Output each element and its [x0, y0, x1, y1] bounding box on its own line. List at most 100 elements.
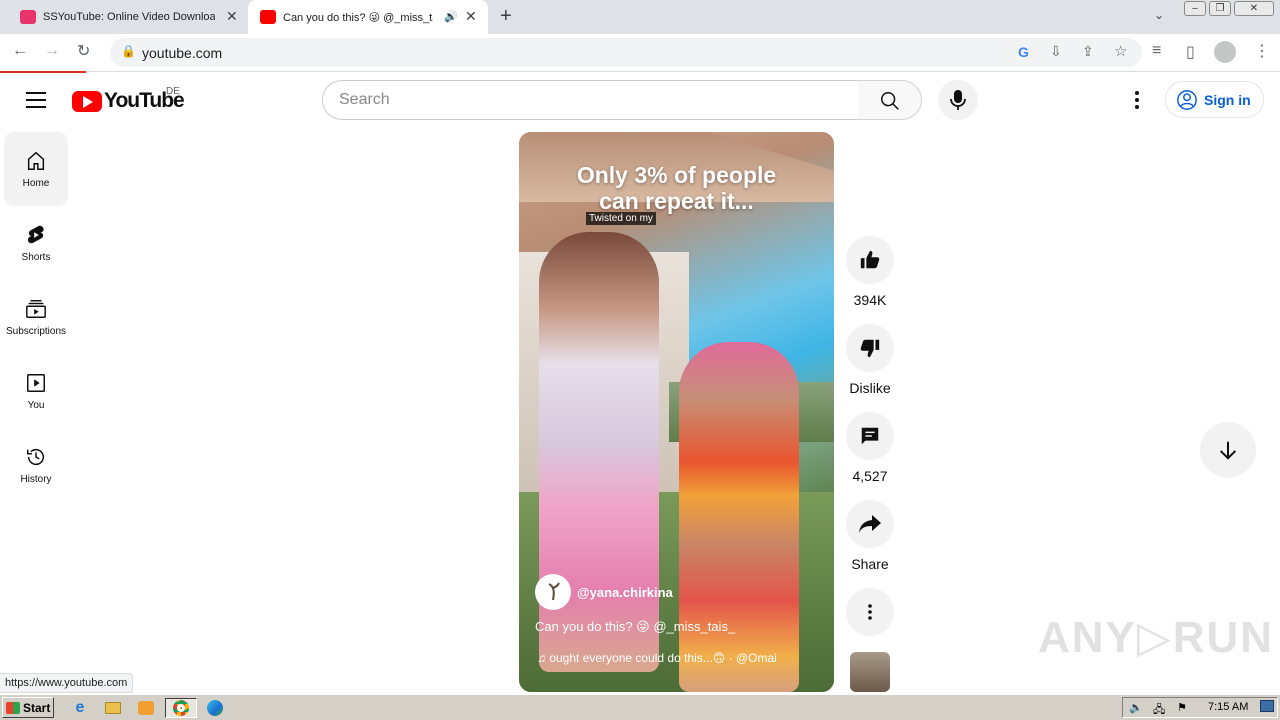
- guide-item-label: You: [27, 400, 45, 411]
- channel-logo-icon: [548, 582, 560, 601]
- browser-toolbar: ← → ↻ 🔒 youtube.com G ⇩ ⇪ ☆ ≡ ▯ ⋮: [0, 34, 1280, 72]
- lock-icon[interactable]: 🔒: [121, 44, 136, 58]
- close-tab-icon[interactable]: ✕: [465, 8, 477, 25]
- dislike-action: Dislike: [846, 324, 894, 396]
- next-short-button[interactable]: [1200, 422, 1256, 478]
- closed-caption-text: Twisted on my: [586, 212, 656, 225]
- comments-action: 4,527: [846, 412, 894, 484]
- guide-item-history[interactable]: History: [4, 428, 68, 502]
- restore-window-icon[interactable]: ❐: [1209, 1, 1231, 16]
- explorer-taskbar-app[interactable]: [101, 698, 125, 718]
- you-icon: [27, 374, 45, 392]
- guide-item-shorts[interactable]: Shorts: [4, 206, 68, 280]
- guide-item-label: History: [20, 474, 52, 485]
- guide-item-subscriptions[interactable]: Subscriptions: [4, 280, 68, 354]
- media-player-taskbar-app[interactable]: [134, 698, 158, 718]
- edge-icon: [207, 700, 223, 716]
- video-title[interactable]: Can you do this? 😜 @_miss_tais_: [535, 619, 735, 635]
- windows-logo-icon: [6, 701, 20, 714]
- girl-right-figure: [679, 342, 799, 692]
- subscriptions-icon: [26, 300, 46, 318]
- sign-in-label: Sign in: [1204, 91, 1251, 108]
- like-button[interactable]: [846, 236, 894, 284]
- more-vert-icon: [1135, 91, 1139, 109]
- forward-icon[interactable]: →: [44, 42, 60, 60]
- ie-taskbar-app[interactable]: e: [68, 698, 92, 718]
- chrome-taskbar-app[interactable]: [165, 698, 197, 718]
- close-tab-icon[interactable]: ✕: [226, 8, 238, 25]
- new-tab-icon[interactable]: +: [500, 5, 512, 28]
- address-bar[interactable]: 🔒 youtube.com G ⇩ ⇪ ☆: [110, 38, 1142, 67]
- dislike-button[interactable]: [846, 324, 894, 372]
- profile-avatar-icon[interactable]: [1214, 41, 1236, 63]
- reload-icon[interactable]: ↻: [77, 41, 90, 61]
- search-icon: [881, 92, 899, 110]
- guide-item-you[interactable]: You: [4, 354, 68, 428]
- action-center-flag-icon[interactable]: ⚑: [1177, 701, 1187, 714]
- history-icon: [27, 449, 45, 466]
- search-button[interactable]: [858, 80, 922, 120]
- chrome-icon: [173, 700, 189, 716]
- microphone-icon: [950, 90, 966, 110]
- bookmark-star-icon[interactable]: ☆: [1114, 42, 1127, 60]
- volume-icon[interactable]: 🔈: [1129, 701, 1143, 714]
- country-code: DE: [166, 86, 180, 97]
- windows-taskbar: Start e 🔈 🖧 ⚑ 7:15 AM: [0, 694, 1280, 720]
- sign-in-button[interactable]: Sign in: [1165, 81, 1264, 118]
- show-desktop-icon[interactable]: [1260, 700, 1274, 712]
- share-action: Share: [846, 500, 894, 572]
- link-status-bubble: https://www.youtube.com: [0, 673, 134, 693]
- music-attribution[interactable]: ♫ ought everyone could do this...🙃 · @Om…: [537, 651, 827, 665]
- guide-item-label: Shorts: [21, 252, 51, 263]
- guide-item-label: Home: [22, 178, 50, 189]
- tab-title: Can you do this? 😜 @_miss_tai: [283, 12, 433, 24]
- start-label: Start: [23, 700, 51, 715]
- shorts-video-player[interactable]: Only 3% of people can repeat it... Twist…: [519, 132, 834, 692]
- youtube-masthead: YouTube DE Sign in: [0, 73, 1280, 129]
- url-text[interactable]: youtube.com: [142, 45, 222, 61]
- share-page-icon[interactable]: ⇪: [1082, 43, 1094, 60]
- home-icon: [27, 151, 45, 170]
- share-button[interactable]: [846, 500, 894, 548]
- media-player-icon: [138, 701, 154, 715]
- media-controls-icon[interactable]: ≡: [1152, 42, 1161, 60]
- tab-youtube-short[interactable]: Can you do this? 😜 @_miss_tai 🔊 ✕: [248, 0, 488, 34]
- voice-search-button[interactable]: [938, 80, 978, 120]
- search-input[interactable]: [339, 91, 839, 109]
- youtube-play-logo-icon: [72, 90, 102, 112]
- search-box: [322, 80, 860, 120]
- comments-button[interactable]: [846, 412, 894, 460]
- install-app-icon[interactable]: ⇩: [1050, 43, 1062, 60]
- more-actions-button[interactable]: [846, 588, 894, 636]
- browser-menu-icon[interactable]: ⋮: [1254, 41, 1270, 61]
- back-icon[interactable]: ←: [12, 42, 28, 60]
- channel-name-link[interactable]: @yana.chirkina: [577, 585, 673, 600]
- channel-avatar[interactable]: [535, 574, 571, 610]
- start-button[interactable]: Start: [2, 697, 54, 718]
- hamburger-menu-icon[interactable]: [26, 92, 46, 108]
- more-actions: [846, 588, 894, 636]
- minimize-window-icon[interactable]: –: [1184, 1, 1206, 16]
- youtube-favicon-icon: [260, 10, 276, 24]
- guide-item-home[interactable]: Home: [4, 132, 68, 206]
- tab-search-chevron-icon[interactable]: ⌄: [1154, 8, 1164, 22]
- tab-title: SSYouTube: Online Video Downloade: [43, 11, 215, 23]
- tab-ssyoutube[interactable]: SSYouTube: Online Video Downloade ✕: [0, 0, 248, 34]
- side-panel-icon[interactable]: ▯: [1186, 42, 1195, 62]
- taskbar-clock[interactable]: 7:15 AM: [1208, 701, 1248, 713]
- dislike-label: Dislike: [849, 380, 891, 396]
- like-action: 394K: [846, 236, 894, 308]
- comment-icon: [861, 427, 879, 445]
- sound-pivot-thumbnail[interactable]: [850, 652, 890, 692]
- close-window-icon[interactable]: ✕: [1234, 1, 1274, 16]
- google-lens-icon[interactable]: G: [1018, 44, 1029, 60]
- like-count: 394K: [853, 292, 887, 308]
- edge-taskbar-app[interactable]: [203, 698, 227, 718]
- audio-playing-icon[interactable]: 🔊: [444, 10, 458, 23]
- overlay-line: Only 3% of people: [576, 162, 777, 188]
- network-icon[interactable]: 🖧: [1153, 701, 1165, 720]
- folder-icon: [105, 702, 121, 714]
- settings-more-button[interactable]: [1126, 89, 1148, 111]
- overlay-line: can repeat it...: [599, 188, 754, 214]
- browser-tab-strip: SSYouTube: Online Video Downloade ✕ Can …: [0, 0, 1280, 34]
